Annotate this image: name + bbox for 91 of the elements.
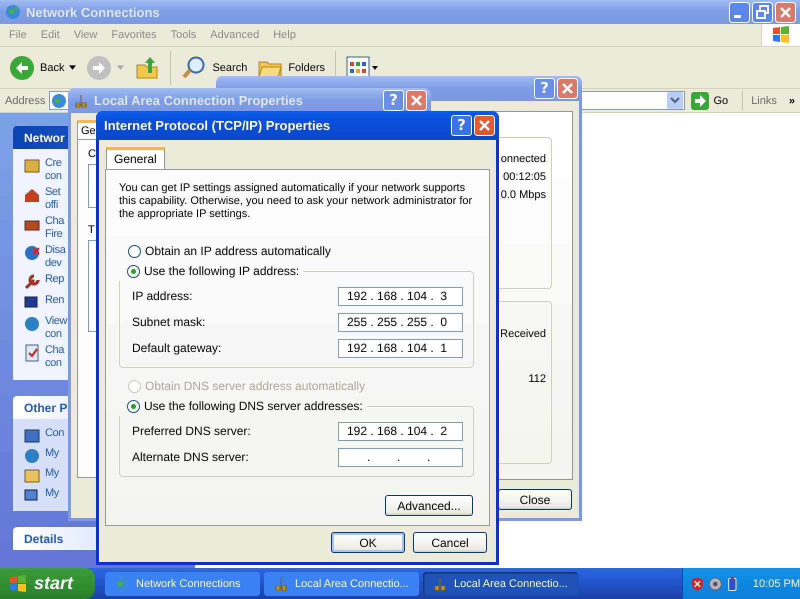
speed-value: 0.0 Mbps	[500, 189, 546, 201]
search-icon	[181, 54, 208, 80]
globe-icon	[114, 576, 130, 592]
dropdown-arrow-icon	[69, 65, 76, 70]
field-label: Subnet mask:	[132, 315, 206, 329]
field-label: Default gateway:	[132, 341, 222, 355]
help-button[interactable]: ?	[383, 90, 404, 111]
taskbar-button[interactable]: Network Connections	[105, 572, 260, 596]
task-link[interactable]: con	[45, 328, 68, 341]
ip-field[interactable]: 255 . 255 . 255 . 0	[338, 312, 463, 332]
flag-icon	[8, 574, 28, 594]
dropdown-arrow-icon	[117, 65, 124, 70]
start-button[interactable]: start	[0, 568, 95, 599]
window-title: Internet Protocol (TCP/IP) Properties	[104, 118, 330, 133]
task-link[interactable]: Cha	[45, 215, 64, 228]
field-label: Alternate DNS server:	[132, 450, 249, 464]
window-title: Local Area Connection Properties	[94, 93, 304, 108]
task-link[interactable]: dev	[45, 257, 66, 270]
panel-title[interactable]: Other P	[24, 400, 68, 414]
menu-item[interactable]: Advanced	[203, 29, 266, 41]
help-button[interactable]: ?	[534, 78, 555, 99]
task-link[interactable]: con	[45, 170, 62, 183]
disable-icon	[23, 244, 41, 262]
description-text: You can get IP settings assigned automatically if your network supports this capability. Otherwise, you need to ask your network administrator for the appropriate IP settings.	[119, 182, 474, 221]
shield-icon[interactable]	[690, 576, 705, 592]
radio-button[interactable]: Use the following DNS server addresses:	[127, 396, 363, 416]
menu-item[interactable]: Help	[266, 29, 303, 41]
task-link[interactable]: Cre	[45, 157, 62, 170]
radio-button[interactable]: Obtain an IP address automatically	[128, 241, 474, 261]
task-link[interactable]: Set	[45, 186, 60, 199]
folder-up-icon	[134, 54, 160, 80]
globe-icon	[51, 92, 68, 108]
close-icon[interactable]	[406, 90, 427, 111]
status-value: onnected	[500, 153, 546, 165]
field-label: Preferred DNS server:	[132, 424, 251, 438]
menu-item[interactable]: Favorites	[104, 29, 164, 41]
task-link[interactable]: Disa	[45, 244, 66, 257]
ip-field[interactable]: . . .	[338, 448, 463, 466]
taskbar-button[interactable]: Local Area Connectio...	[264, 572, 419, 596]
back-button[interactable]: Back	[6, 52, 80, 82]
taskbar-button[interactable]: Local Area Connectio...	[423, 572, 578, 596]
close-icon[interactable]	[474, 115, 495, 136]
panel-title[interactable]: Details	[24, 532, 64, 546]
ip-field[interactable]: 192 . 168 . 104 . 3	[338, 286, 463, 306]
cancel-button[interactable]: Cancel	[413, 532, 487, 553]
chevron-more[interactable]: »	[780, 94, 800, 106]
help-button[interactable]: ?	[451, 115, 472, 136]
duration-value: 00:12:05	[503, 171, 546, 183]
ok-button[interactable]: OK	[331, 532, 405, 553]
repair-icon	[23, 273, 41, 291]
advanced-button[interactable]: Advanced...	[385, 495, 473, 516]
task-link[interactable]: My	[45, 467, 59, 480]
home-icon	[23, 186, 41, 204]
panel-title[interactable]: Networ	[24, 130, 65, 144]
task-link[interactable]: Cha	[45, 344, 64, 357]
address-label: Address	[5, 94, 46, 106]
change-icon	[23, 344, 41, 362]
field-label: C	[88, 148, 96, 160]
tab[interactable]: General	[106, 147, 165, 169]
task-link[interactable]: View	[45, 315, 68, 328]
close-icon[interactable]	[557, 78, 578, 99]
task-link[interactable]: Con	[45, 427, 64, 440]
close-icon[interactable]	[775, 2, 796, 22]
task-link[interactable]: My	[45, 447, 59, 460]
clock: 10:05 PM	[752, 578, 800, 590]
task-link[interactable]: My	[45, 487, 59, 500]
close-button[interactable]: Close	[498, 489, 572, 510]
task-link[interactable]: Ren	[45, 294, 64, 307]
task-link[interactable]: Rep	[45, 273, 64, 286]
menu-item[interactable]: View	[66, 29, 104, 41]
search-button[interactable]: Search	[178, 52, 250, 82]
task-link[interactable]: con	[45, 357, 64, 370]
task-link[interactable]: Fire	[45, 228, 64, 241]
window-title: Network Connections	[26, 4, 160, 20]
ip-field[interactable]: 192 . 168 . 104 . 2	[338, 422, 463, 440]
menu-item[interactable]: Edit	[34, 29, 67, 41]
go-button[interactable]: Go	[688, 92, 738, 110]
links-label[interactable]: Links	[747, 94, 777, 106]
ip-field[interactable]: 192 . 168 . 104 . 1	[338, 338, 463, 358]
task-link[interactable]: offi	[45, 199, 60, 212]
received-value: 112	[528, 373, 546, 385]
field-label: IP address:	[132, 289, 192, 303]
radio-button[interactable]: Use the following IP address:	[127, 261, 300, 281]
received-label: Received	[500, 328, 546, 340]
restore-icon[interactable]	[752, 2, 773, 22]
flag-icon	[771, 25, 791, 45]
minimize-icon[interactable]	[729, 2, 750, 22]
globe-icon	[5, 4, 21, 20]
menu-item[interactable]: Tools	[164, 29, 204, 41]
field-label: T	[88, 224, 95, 236]
menu-item[interactable]: File	[0, 29, 34, 41]
